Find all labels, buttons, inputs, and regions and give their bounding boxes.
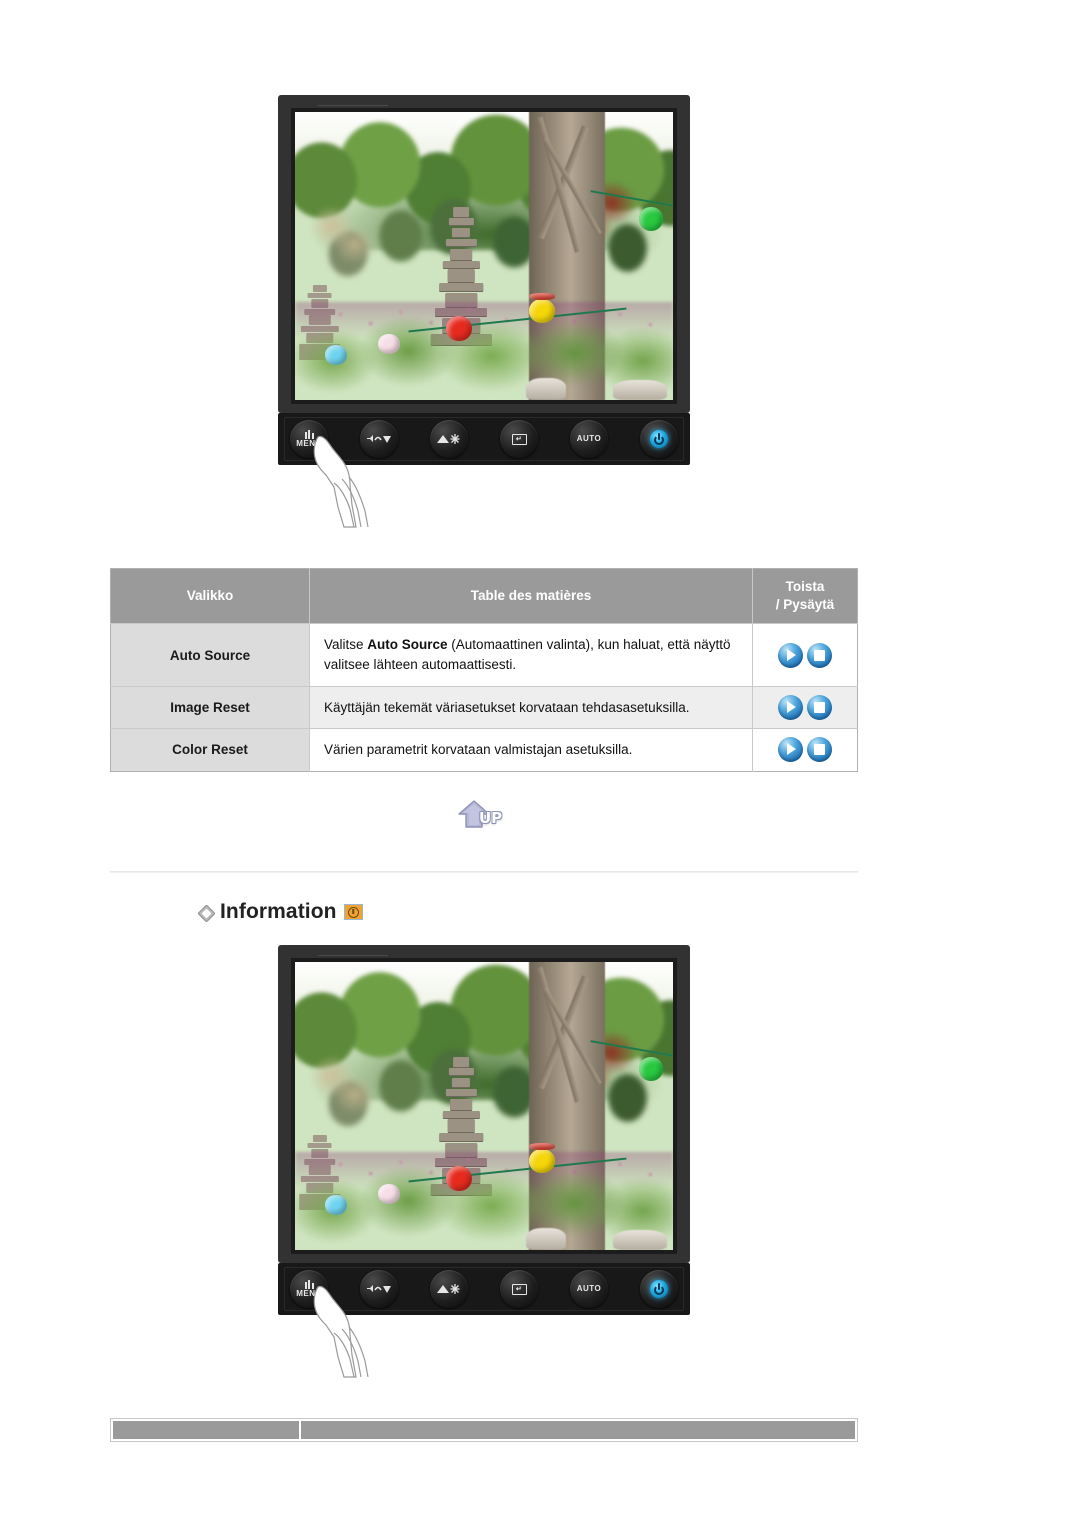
header-valikko: Valikko bbox=[110, 568, 310, 624]
volume-down-icon bbox=[367, 1285, 391, 1293]
row-label-image-reset: Image Reset bbox=[110, 685, 310, 729]
photo-rock bbox=[525, 1228, 566, 1250]
row-label-auto-source: Auto Source bbox=[110, 623, 310, 687]
stop-icon[interactable] bbox=[807, 694, 832, 720]
photo-light-foliage bbox=[302, 198, 386, 280]
header-table-des-matieres: Table des matières bbox=[309, 568, 753, 624]
brightness-icon bbox=[437, 434, 460, 444]
information-orange-icon bbox=[343, 904, 363, 920]
photo-lantern-pink bbox=[378, 333, 401, 354]
row-icons-auto-source bbox=[752, 623, 858, 687]
footer-cell-right bbox=[299, 1421, 855, 1439]
photo-lantern-green bbox=[638, 1057, 663, 1082]
auto-button[interactable]: AUTO bbox=[570, 1270, 608, 1308]
footer-table bbox=[110, 1418, 858, 1442]
stop-icon[interactable] bbox=[807, 642, 832, 668]
header-toista-pysayta: Toista / Pysäytä bbox=[752, 568, 858, 624]
header-toista-line1: Toista bbox=[785, 579, 825, 594]
garden-photo bbox=[295, 962, 673, 1250]
photo-lantern-green bbox=[638, 207, 663, 232]
table-header-row: Valikko Table des matières Toista / Pysä… bbox=[110, 568, 858, 624]
stop-icon[interactable] bbox=[807, 737, 832, 763]
enter-button[interactable]: ↵ bbox=[500, 420, 538, 458]
row-desc-auto-source: Valitse Auto Source (Automaattinen valin… bbox=[309, 623, 753, 687]
header-toista-line2: / Pysäytä bbox=[775, 597, 835, 613]
auto-button[interactable]: AUTO bbox=[570, 420, 608, 458]
row-desc-color-reset: Värien parametrit korvataan valmistajan … bbox=[309, 728, 753, 772]
auto-button-label: AUTO bbox=[576, 1284, 602, 1293]
brightness-button[interactable] bbox=[430, 420, 468, 458]
brightness-icon bbox=[437, 1284, 460, 1294]
menu-icon bbox=[304, 1280, 314, 1289]
page-title: Information bbox=[220, 900, 337, 923]
volume-down-button[interactable] bbox=[360, 420, 398, 458]
power-button[interactable] bbox=[640, 420, 678, 458]
section-divider bbox=[110, 871, 858, 873]
play-icon[interactable] bbox=[778, 737, 803, 763]
desc-pre: Valitse bbox=[324, 637, 368, 653]
table-row: Color Reset Värien parametrit korvataan … bbox=[110, 728, 858, 772]
photo-rock bbox=[612, 380, 667, 400]
monitor-screen bbox=[291, 108, 677, 404]
desc-pre: Käyttäjän tekemät väriasetukset korvataa… bbox=[324, 699, 690, 715]
menu-button[interactable]: MENU bbox=[290, 1270, 328, 1308]
information-heading: Information bbox=[197, 900, 363, 924]
auto-button-label: AUTO bbox=[576, 434, 602, 443]
up-button[interactable]: UP bbox=[458, 800, 520, 834]
menu-button-label: MENU bbox=[296, 1289, 322, 1298]
enter-button[interactable]: ↵ bbox=[500, 1270, 538, 1308]
row-label-color-reset: Color Reset bbox=[110, 728, 310, 772]
menu-icon bbox=[304, 430, 314, 439]
row-desc-image-reset: Käyttäjän tekemät väriasetukset korvataa… bbox=[309, 685, 753, 729]
photo-light-foliage bbox=[302, 1048, 386, 1130]
menu-button[interactable]: MENU bbox=[290, 420, 328, 458]
desc-bold: Auto Source bbox=[367, 637, 448, 653]
menu-button-label: MENU bbox=[296, 439, 322, 448]
monitor-bezel bbox=[278, 945, 690, 1263]
photo-rock bbox=[525, 378, 566, 400]
enter-icon: ↵ bbox=[511, 433, 527, 445]
table-row: Auto Source Valitse Auto Source (Automaa… bbox=[110, 623, 858, 687]
photo-pink-flowers bbox=[295, 1146, 673, 1193]
power-icon bbox=[650, 1280, 668, 1298]
row-icons-image-reset bbox=[752, 685, 858, 729]
up-button-label: UP bbox=[479, 809, 503, 827]
play-icon[interactable] bbox=[778, 642, 803, 668]
enter-icon: ↵ bbox=[511, 1283, 527, 1295]
monitor-control-bar-bottom: MENU ↵ AUTO bbox=[278, 1263, 690, 1378]
osd-menu-table: Valikko Table des matières Toista / Pysä… bbox=[110, 568, 858, 772]
photo-pink-flowers bbox=[295, 296, 673, 343]
power-button[interactable] bbox=[640, 1270, 678, 1308]
play-icon[interactable] bbox=[778, 694, 803, 720]
monitor-illustration-top: MENU ↵ AUTO bbox=[278, 95, 690, 528]
footer-cell-left bbox=[113, 1421, 299, 1439]
brightness-button[interactable] bbox=[430, 1270, 468, 1308]
table-row: Image Reset Käyttäjän tekemät väriasetuk… bbox=[110, 685, 858, 729]
monitor-bezel bbox=[278, 95, 690, 413]
volume-down-button[interactable] bbox=[360, 1270, 398, 1308]
garden-photo bbox=[295, 112, 673, 400]
power-icon bbox=[650, 430, 668, 448]
monitor-control-bar-top: MENU ↵ AUTO bbox=[278, 413, 690, 528]
photo-rock bbox=[612, 1230, 667, 1250]
photo-lantern-pink bbox=[378, 1183, 401, 1204]
desc-pre: Värien parametrit korvataan valmistajan … bbox=[324, 742, 633, 758]
diamond-bullet-icon bbox=[197, 903, 216, 923]
volume-down-icon bbox=[367, 435, 391, 443]
monitor-illustration-bottom: MENU ↵ AUTO bbox=[278, 945, 690, 1378]
monitor-screen bbox=[291, 958, 677, 1254]
row-icons-color-reset bbox=[752, 728, 858, 772]
